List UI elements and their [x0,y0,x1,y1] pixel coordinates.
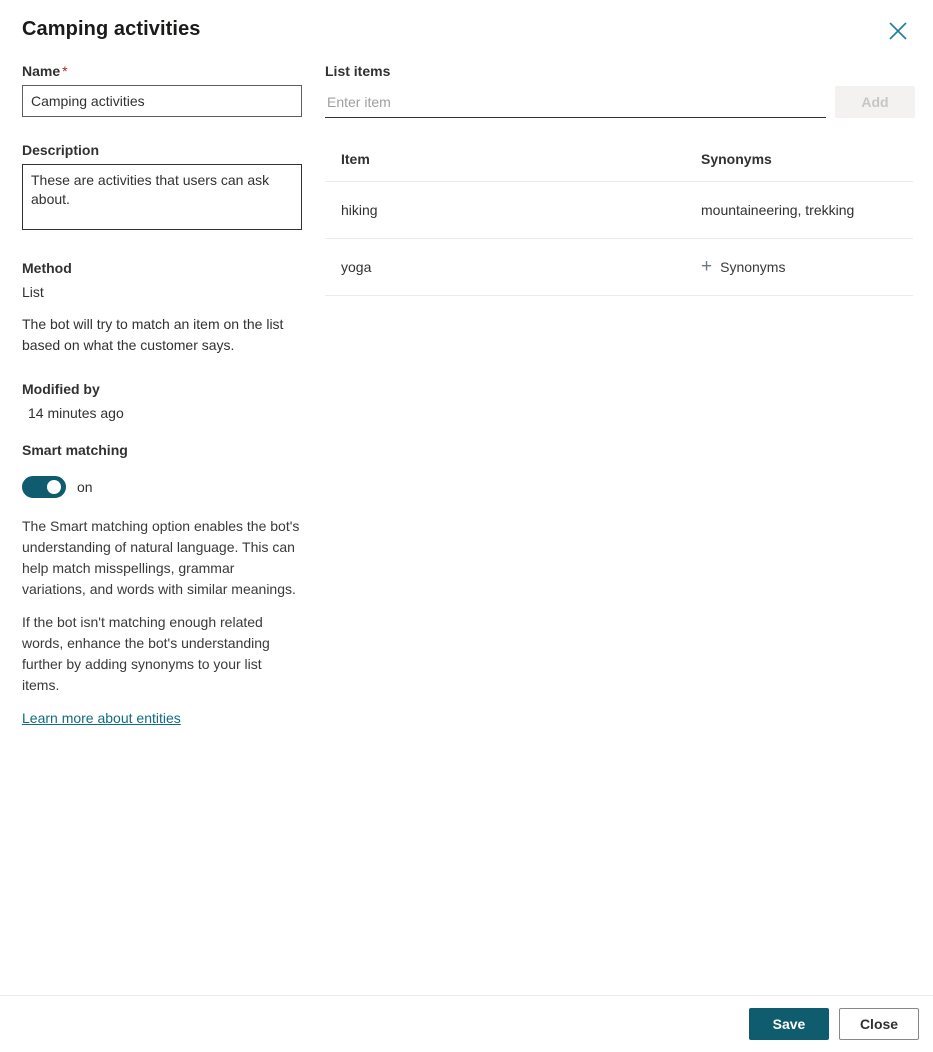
list-items-label: List items [325,63,391,79]
cell-item: yoga [325,238,685,296]
table-row[interactable]: hiking mountaineering, trekking [325,181,913,239]
smart-matching-toggle-row: on [22,476,302,498]
description-label: Description [22,142,100,158]
smart-matching-toggle[interactable] [22,476,66,498]
close-panel-button[interactable]: Close [839,1008,919,1040]
method-value: List [22,284,44,300]
add-item-button[interactable]: Add [835,86,915,118]
name-input[interactable] [22,85,302,117]
panel-body: Name* Description Method List The bot wi… [0,62,933,995]
learn-more-link[interactable]: Learn more about entities [22,708,181,728]
method-help-text: The bot will try to match an item on the… [22,316,284,353]
details-column: Name* Description Method List The bot wi… [22,62,302,728]
modified-by-label: Modified by [22,381,100,397]
page-title: Camping activities [22,18,201,40]
table-row[interactable]: yoga + Synonyms [325,238,913,296]
add-synonyms-label: Synonyms [720,259,786,275]
save-button[interactable]: Save [749,1008,829,1040]
panel-header: Camping activities [0,0,933,62]
close-button[interactable] [881,14,915,48]
smart-matching-state: on [77,479,93,495]
cell-item: hiking [325,181,685,239]
plus-icon: + [701,256,713,277]
toggle-knob [47,480,61,494]
list-items-table: Item Synonyms hiking mountaineering, tre… [325,151,913,296]
description-textarea[interactable] [22,164,302,230]
column-header-item: Item [325,151,685,182]
required-indicator: * [62,63,68,79]
method-label: Method [22,260,72,276]
list-item-input[interactable] [325,86,826,118]
close-icon [887,20,909,42]
table-header-row: Item Synonyms [325,151,913,182]
list-items-column: List items Add Item Synonyms hiking moun… [325,62,915,296]
name-label: Name * [22,63,68,79]
panel-footer: Save Close [0,995,933,1052]
cell-synonyms: mountaineering, trekking [685,181,913,239]
column-header-synonyms: Synonyms [685,151,913,182]
add-item-row: Add [325,86,915,118]
smart-matching-paragraph-2: If the bot isn't matching enough related… [22,614,270,693]
modified-by-value: 14 minutes ago [28,405,124,421]
add-synonyms-button[interactable]: + Synonyms [701,256,786,277]
smart-matching-label: Smart matching [22,442,128,458]
smart-matching-paragraph-1: The Smart matching option enables the bo… [22,518,300,597]
